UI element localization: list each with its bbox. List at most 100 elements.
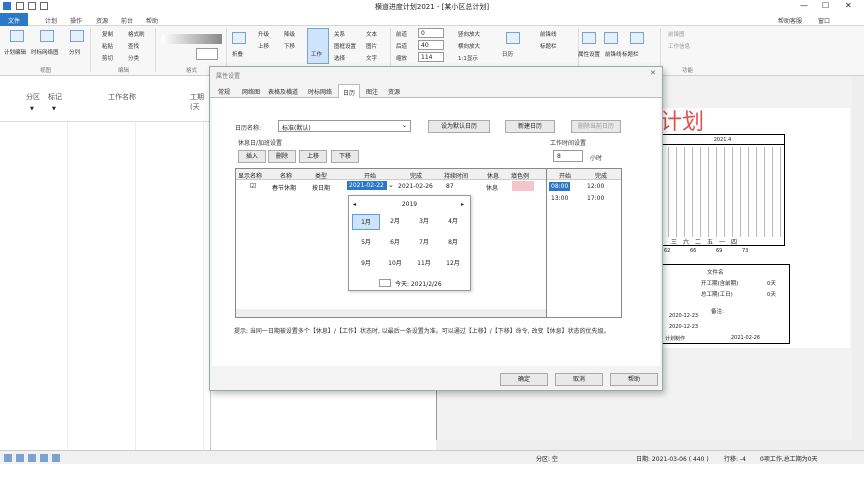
chevron-down-icon[interactable]: ⌄ bbox=[388, 181, 394, 189]
select-button[interactable]: 选择 bbox=[334, 54, 345, 62]
hours-input[interactable]: 8 bbox=[553, 150, 583, 162]
frontline-check[interactable]: 前锋线 bbox=[540, 30, 557, 38]
paste-button[interactable]: 粘贴 bbox=[102, 42, 113, 50]
remove-button[interactable]: 删除 bbox=[268, 150, 296, 163]
tab-operate[interactable]: 操作 bbox=[70, 16, 82, 25]
month-10[interactable]: 10月 bbox=[381, 256, 409, 272]
month-8[interactable]: 8月 bbox=[439, 235, 467, 251]
row-name[interactable]: 春节休期 bbox=[272, 183, 296, 192]
picker-year[interactable]: 2019 bbox=[349, 201, 470, 208]
wt-row1-start[interactable]: 08:00 bbox=[549, 182, 571, 191]
delete-calendar-button[interactable]: 删除当前日历 bbox=[571, 120, 621, 133]
row-type[interactable]: 按日期 bbox=[312, 183, 330, 192]
row-rest[interactable]: 休息 bbox=[486, 183, 498, 192]
tab-resource[interactable]: 资源 bbox=[388, 87, 400, 96]
char-button[interactable]: 文字 bbox=[366, 54, 377, 62]
tab-legend[interactable]: 图注 bbox=[366, 87, 378, 96]
show-button[interactable]: 工作信息 bbox=[668, 42, 690, 50]
horizontal-scrollbar[interactable] bbox=[436, 440, 852, 450]
maximize-icon[interactable]: ☐ bbox=[822, 1, 829, 10]
minimize-icon[interactable]: — bbox=[800, 1, 808, 10]
plan-edit-icon[interactable] bbox=[10, 30, 24, 42]
wt-row2-start[interactable]: 13:00 bbox=[551, 195, 568, 202]
vertical-zoom-button[interactable]: 竖向放大 bbox=[458, 30, 480, 38]
month-7[interactable]: 7月 bbox=[410, 235, 438, 251]
row-end[interactable]: 2021-02-26 bbox=[398, 183, 433, 190]
format-brush-button[interactable]: 格式刷 bbox=[128, 30, 145, 38]
wt-row1-end[interactable]: 12:00 bbox=[587, 183, 604, 190]
find-button[interactable]: 查找 bbox=[128, 42, 139, 50]
front-value-input[interactable]: 0 bbox=[418, 28, 444, 38]
checkbox[interactable]: ☑ bbox=[250, 182, 256, 190]
col-mark[interactable]: 标记 bbox=[48, 92, 62, 102]
dialog-close-icon[interactable]: ✕ bbox=[650, 69, 656, 77]
one-to-one-button[interactable]: 1:1显示 bbox=[458, 54, 478, 62]
tab-timescale[interactable]: 时标网络 bbox=[308, 87, 332, 96]
text-button[interactable]: 文本 bbox=[366, 30, 377, 38]
month-3[interactable]: 3月 bbox=[410, 214, 438, 230]
move-up-button[interactable]: 上移 bbox=[258, 42, 269, 50]
chevron-down-icon[interactable]: ▼ bbox=[52, 106, 56, 112]
month-5[interactable]: 5月 bbox=[352, 235, 380, 251]
vertical-scrollbar[interactable] bbox=[852, 76, 864, 450]
tab-resource[interactable]: 资源 bbox=[96, 16, 108, 25]
upgrade-button[interactable]: 升级 bbox=[258, 30, 269, 38]
col-name[interactable]: 工作名称 bbox=[108, 92, 136, 102]
view-switch-icons[interactable] bbox=[4, 454, 64, 462]
copy-button[interactable]: 复制 bbox=[102, 30, 113, 38]
ok-button[interactable]: 确定 bbox=[500, 373, 548, 386]
downgrade-button[interactable]: 降级 bbox=[284, 30, 295, 38]
next-icon[interactable]: ▸ bbox=[461, 201, 464, 208]
calendar-button[interactable]: 前锋线 bbox=[605, 50, 622, 58]
move-up-button[interactable]: 上移 bbox=[299, 150, 327, 163]
work-button[interactable] bbox=[307, 28, 329, 64]
move-down-button[interactable]: 下移 bbox=[331, 150, 359, 163]
tab-front[interactable]: 前台 bbox=[121, 16, 133, 25]
move-down-button[interactable]: 下移 bbox=[284, 42, 295, 50]
horizontal-zoom-button[interactable]: 横向放大 bbox=[458, 42, 480, 50]
chevron-down-icon[interactable]: ▼ bbox=[30, 106, 34, 112]
month-1[interactable]: 1月 bbox=[352, 214, 380, 230]
tab-calendar[interactable]: 日历 bbox=[338, 84, 361, 99]
relation-button[interactable]: 关系 bbox=[334, 30, 345, 38]
split-button[interactable]: 分列 bbox=[69, 48, 80, 56]
new-calendar-button[interactable]: 新建日历 bbox=[505, 120, 555, 133]
frontline-icon[interactable] bbox=[506, 32, 520, 44]
month-4[interactable]: 4月 bbox=[439, 214, 467, 230]
property-settings-button[interactable]: 标题栏 bbox=[622, 50, 639, 58]
tab-network[interactable]: 网络图 bbox=[242, 87, 260, 96]
back-value-input[interactable]: 40 bbox=[418, 40, 444, 50]
cut-button[interactable]: 剪切 bbox=[102, 54, 113, 62]
month-9[interactable]: 9月 bbox=[352, 256, 380, 272]
month-12[interactable]: 12月 bbox=[439, 256, 467, 272]
tab-plan[interactable]: 计划 bbox=[45, 16, 57, 25]
month-11[interactable]: 11月 bbox=[410, 256, 438, 272]
zoom-value-input[interactable]: 114 bbox=[418, 52, 444, 62]
timescale-net-icon[interactable] bbox=[40, 30, 54, 42]
calendar-name-select[interactable]: 标准(默认) ⌄ bbox=[278, 120, 411, 132]
frontline-button[interactable]: 日历 bbox=[502, 50, 513, 58]
picture-button[interactable]: 图片 bbox=[366, 42, 377, 50]
format-box[interactable] bbox=[196, 48, 218, 60]
fold-button[interactable]: 折叠 bbox=[232, 50, 243, 58]
color-gradient[interactable] bbox=[162, 34, 222, 44]
col-area[interactable]: 分区 bbox=[26, 92, 40, 102]
split-icon[interactable] bbox=[70, 30, 84, 42]
cancel-button[interactable]: 取消 bbox=[555, 373, 603, 386]
frame-setting-button[interactable]: 图框设置 bbox=[334, 42, 356, 50]
month-6[interactable]: 6月 bbox=[381, 235, 409, 251]
help-button[interactable]: 帮助 bbox=[610, 373, 658, 386]
insert-button[interactable]: 插入 bbox=[238, 150, 266, 163]
wt-row2-end[interactable]: 17:00 bbox=[587, 195, 604, 202]
tab-help[interactable]: 帮助 bbox=[146, 16, 158, 25]
col-days[interactable]: 工期(天 bbox=[190, 92, 210, 112]
classify-button[interactable]: 分类 bbox=[128, 54, 139, 62]
set-default-calendar-button[interactable]: 设为默认日历 bbox=[428, 120, 490, 133]
today-link[interactable]: 今天: 2021/2/26 bbox=[395, 279, 442, 288]
tab-general[interactable]: 常规 bbox=[218, 87, 230, 96]
timescale-net-button[interactable]: 时标网络图 bbox=[31, 48, 59, 56]
row-start-input[interactable]: 2021-02-22 bbox=[347, 181, 387, 190]
titlebar-check[interactable]: 标题栏 bbox=[540, 42, 557, 50]
tab-file[interactable]: 文件 bbox=[0, 13, 29, 26]
work-info-button[interactable]: 属性设置 bbox=[578, 50, 600, 58]
